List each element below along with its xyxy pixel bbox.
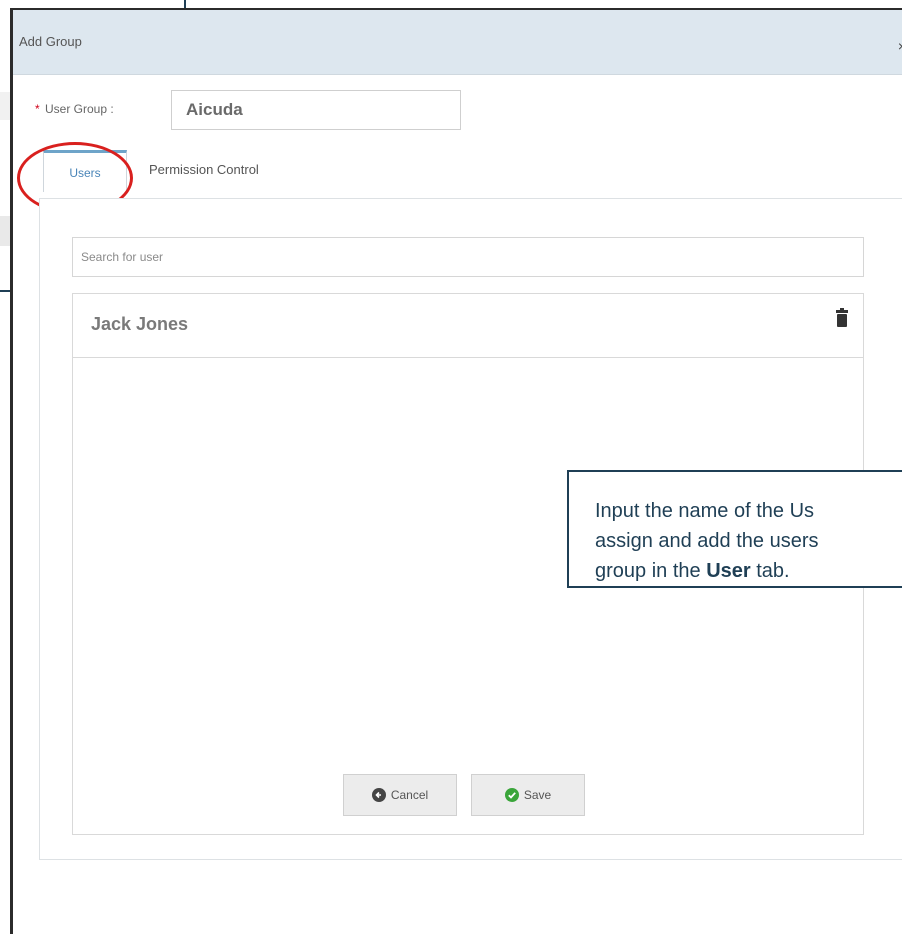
cancel-button[interactable]: Cancel bbox=[343, 774, 457, 816]
callout-text: tab. bbox=[750, 560, 790, 582]
tab-permission-control[interactable]: Permission Control bbox=[149, 162, 259, 177]
dialog-header: Add Group × bbox=[13, 10, 902, 75]
user-group-input[interactable] bbox=[171, 90, 461, 130]
screenshot-stage: Add Group × * User Group : Users Permiss… bbox=[0, 0, 902, 934]
callout-emphasis: User bbox=[706, 560, 751, 582]
required-marker: * bbox=[35, 102, 40, 116]
close-icon[interactable]: × bbox=[898, 38, 902, 54]
user-row: Jack Jones bbox=[73, 294, 863, 358]
trash-icon[interactable] bbox=[835, 308, 849, 328]
dialog-title: Add Group bbox=[19, 34, 82, 49]
instruction-callout: Input the name of the Us assign and add … bbox=[567, 470, 902, 588]
callout-text: group in the bbox=[595, 560, 707, 582]
callout-line: group in the User tab. bbox=[595, 556, 902, 586]
user-group-label: User Group : bbox=[45, 102, 114, 116]
user-name: Jack Jones bbox=[91, 314, 189, 334]
check-circle-icon bbox=[504, 788, 519, 802]
save-button[interactable]: Save bbox=[471, 774, 585, 816]
callout-line: assign and add the users bbox=[595, 530, 819, 552]
cancel-button-label: Cancel bbox=[390, 788, 429, 802]
tab-users[interactable]: Users bbox=[43, 150, 127, 192]
save-button-label: Save bbox=[523, 788, 552, 802]
callout-line: Input the name of the Us bbox=[595, 500, 815, 522]
search-user-input[interactable] bbox=[72, 237, 864, 277]
arrow-left-circle-icon bbox=[371, 788, 386, 802]
